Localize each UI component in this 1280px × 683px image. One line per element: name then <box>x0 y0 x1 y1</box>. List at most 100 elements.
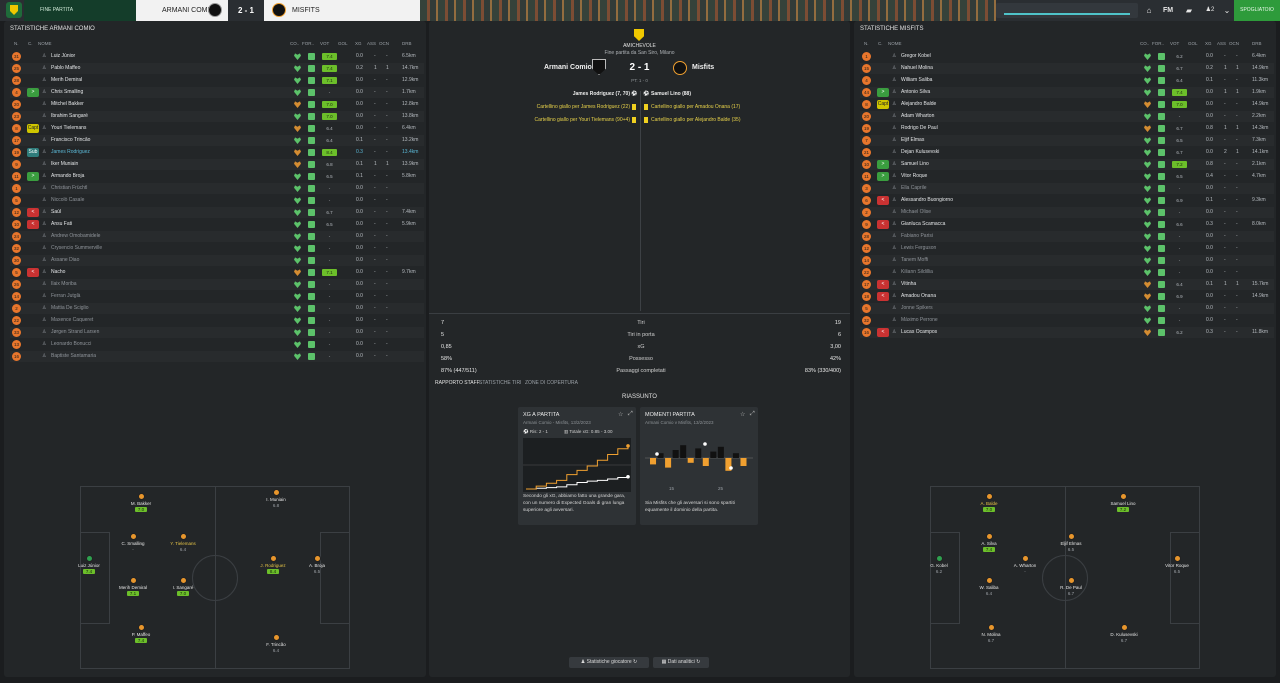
player-name[interactable]: Amadou Onana <box>901 293 936 299</box>
player-name[interactable]: Kiliann Sildillia <box>901 269 933 275</box>
player-row[interactable]: 14 ♙ Ferran Jutglà - 0.0 - - <box>10 291 424 302</box>
player-name[interactable]: Francisco Trincão <box>51 137 90 143</box>
player-name[interactable]: Vitinha <box>901 281 916 287</box>
col-condition[interactable]: CO.. <box>1140 41 1149 49</box>
player-row[interactable]: 4 ♙ William Saliba 6.4 0.1 - - 11.3km <box>860 75 1274 86</box>
player-row[interactable]: 26 ♙ Ilaix Moriba - 0.0 - - <box>10 279 424 290</box>
player-row[interactable]: 24 ♙ Andrew Omobamidele - 0.0 - - <box>10 231 424 242</box>
star-icon[interactable]: ☆ <box>740 411 745 418</box>
player-name[interactable]: Dejan Kulusevski <box>901 149 939 155</box>
player-row[interactable]: 17 ♙ Francisco Trincão 6.4 0.1 - - 13.2km <box>10 135 424 146</box>
truck-icon[interactable]: ▰ <box>1182 3 1196 18</box>
player-name[interactable]: Gianluca Scamacca <box>901 221 945 227</box>
player-name[interactable]: Gregor Kobel <box>901 53 931 59</box>
player-row[interactable]: 21 ♙ Dejan Kulusevski 6.7 0.0 2 1 14.1km <box>860 147 1274 158</box>
club-crest-icon[interactable] <box>6 2 22 18</box>
tab-staff-report[interactable]: RAPPORTO STAFF <box>435 380 480 386</box>
player-row[interactable]: 44 > ♙ Antonio Silva 7.4 0.0 1 1 1.9km <box>860 87 1274 98</box>
col-distance[interactable]: DRB <box>1252 41 1262 49</box>
lineup-player[interactable]: C. Smalling - <box>113 533 153 553</box>
player-row[interactable]: 18 < ♙ Amadou Onana 6.9 0.0 - - 14.9km <box>860 291 1274 302</box>
player-name[interactable]: Antonio Silva <box>901 89 930 95</box>
player-row[interactable]: 6 < ♙ Alessandro Buongiorno 6.9 0.1 - - 9.3km <box>860 195 1274 206</box>
lineup-player[interactable]: Luiz Júnior 7.4 <box>69 555 109 575</box>
lineup-player[interactable]: N. Molina 6.7 <box>971 624 1011 644</box>
player-name[interactable]: Ibrahim Sangaré <box>51 113 88 119</box>
player-row[interactable]: 22 ♙ Kiliann Sildillia - 0.0 - - <box>860 267 1274 278</box>
player-row[interactable]: 12 ♙ Lewis Ferguson - 0.0 - - <box>860 243 1274 254</box>
player-name[interactable]: Baptiste Santamaria <box>51 353 96 359</box>
player-row[interactable]: 1 ♙ Gregor Kobel 6.2 0.0 - - 6.4km <box>860 51 1274 62</box>
player-row[interactable]: 4 > ♙ Chris Smalling - 0.0 - - 1.7km <box>10 87 424 98</box>
player-row[interactable]: 14 ♙ Tanem Moffi - 0.0 - - <box>860 255 1274 266</box>
col-goals[interactable]: GOL <box>1188 41 1198 49</box>
player-stats-button[interactable]: ♟ Statistiche giocatore ↻ <box>569 657 649 668</box>
player-row[interactable]: 28 ♙ Merih Demiral 7.1 0.0 - - 12.9km <box>10 75 424 86</box>
lineup-player[interactable]: Merih Demiral 7.1 <box>113 577 153 597</box>
lineup-player[interactable]: A. Balde 7.0 <box>969 493 1009 513</box>
lineup-player[interactable]: Vitor Roque 6.5 <box>1157 555 1197 575</box>
player-name[interactable]: Nacho <box>51 269 65 275</box>
lineup-player[interactable]: J. Rodriguez 8.4 <box>253 555 293 575</box>
player-row[interactable]: 30 ♙ Assane Diao - 0.0 - - <box>10 255 424 266</box>
tab-statistics[interactable]: STATISTICHE <box>479 380 511 386</box>
player-name[interactable]: Alessandro Buongiorno <box>901 197 953 203</box>
player-row[interactable]: 5 ♙ Niccolò Casale - 0.0 - - <box>10 195 424 206</box>
player-name[interactable]: Merih Demiral <box>51 77 82 83</box>
col-chances[interactable]: OCN <box>379 41 389 49</box>
player-name[interactable]: William Saliba <box>901 77 932 83</box>
lineup-player[interactable]: G. Kobel 6.2 <box>919 555 959 575</box>
player-name[interactable]: Chris Smalling <box>51 89 83 95</box>
player-name[interactable]: Máximo Perrone <box>901 317 938 323</box>
player-name[interactable]: Tanem Moffi <box>901 257 928 263</box>
player-name[interactable]: Assane Diao <box>51 257 79 263</box>
player-row[interactable]: 2 ♙ Mattia De Sciglio - 0.0 - - <box>10 303 424 314</box>
player-name[interactable]: Maxence Caqueret <box>51 317 93 323</box>
player-name[interactable]: Youri Tielemans <box>51 125 86 131</box>
fm-button[interactable]: FM <box>1160 3 1176 18</box>
player-row[interactable]: 17 < ♙ Vitinha 6.4 0.1 1 1 15.7km <box>860 279 1274 290</box>
player-row[interactable]: 1 ♙ Christian Früchtl - 0.0 - - <box>10 183 424 194</box>
player-name[interactable]: Christian Früchtl <box>51 185 87 191</box>
player-name[interactable]: Saúl <box>51 209 61 215</box>
player-name[interactable]: Eljif Elmas <box>901 137 924 143</box>
player-name[interactable]: Pablo Maffeo <box>51 65 80 71</box>
player-row[interactable]: 10 < ♙ Ansu Fati 6.5 0.0 - - 5.9km <box>10 219 424 230</box>
star-icon[interactable]: ☆ <box>618 411 623 418</box>
chevron-down-icon[interactable]: ⌄ <box>1222 3 1232 18</box>
col-xg[interactable]: XG <box>1205 41 1212 49</box>
player-name[interactable]: Leonardo Bonucci <box>51 341 91 347</box>
player-name[interactable]: Mattia De Sciglio <box>51 305 89 311</box>
player-row[interactable]: 20 ♙ Adam Wharton - 0.0 - - 2.2km <box>860 111 1274 122</box>
player-name[interactable]: Iker Muniain <box>51 161 78 167</box>
col-assists[interactable]: ASS <box>367 41 376 49</box>
expand-icon[interactable]: ⤢ <box>628 411 633 418</box>
lineup-player[interactable]: R. De Paul 6.7 <box>1051 577 1091 597</box>
tab-coverage-zones[interactable]: ZONE DI COPERTURA <box>525 380 578 386</box>
player-name[interactable]: Nahuel Molina <box>901 65 933 71</box>
player-row[interactable]: 31 ♙ Luiz Júnior 7.4 0.0 - - 6.5km <box>10 51 424 62</box>
lineup-player[interactable]: F. Trincão 6.4 <box>256 634 296 654</box>
col-vote[interactable]: VOT <box>1170 41 1179 49</box>
player-row[interactable]: 5 ♙ Jonne Spikers - 0.0 - - <box>860 303 1274 314</box>
player-row[interactable]: 23 ♙ Ibrahim Sangaré 7.0 0.0 - - 13.8km <box>10 111 424 122</box>
player-name[interactable]: Vitor Roque <box>901 173 927 179</box>
player-row[interactable]: 16 < ♙ Lucas Ocampos 6.2 0.3 - - 11.8km <box>860 327 1274 338</box>
player-name[interactable]: Ferran Jutglà <box>51 293 80 299</box>
player-row[interactable]: 11 > ♙ Armando Broja 6.5 0.1 - - 5.8km <box>10 171 424 182</box>
player-name[interactable]: Crysencio Summerville <box>51 245 102 251</box>
player-name[interactable]: Andrew Omobamidele <box>51 233 100 239</box>
col-assists[interactable]: ASS <box>1217 41 1226 49</box>
lineup-player[interactable]: Y. Tielemans 6.4 <box>163 533 203 553</box>
player-name[interactable]: Mitchel Bakker <box>51 101 84 107</box>
lineup-player[interactable]: A. Wharton - <box>1005 555 1045 575</box>
player-row[interactable]: 13 ♙ Leonardo Bonucci - 0.0 - - <box>10 339 424 350</box>
lineup-player[interactable]: Eljif Elmas 6.5 <box>1051 533 1091 553</box>
player-row[interactable]: 19 ♙ Rodrigo De Paul 6.7 0.8 1 1 14.3km <box>860 123 1274 134</box>
player-name[interactable]: Fabiano Parisi <box>901 233 933 239</box>
player-name[interactable]: Ilaix Moriba <box>51 281 77 287</box>
notifications-button[interactable]: ♟2 <box>1202 3 1218 18</box>
player-name[interactable]: Jørgen Strand Larsen <box>51 329 99 335</box>
lineup-player[interactable]: W. Saliba 6.4 <box>969 577 1009 597</box>
player-row[interactable]: 12 < ♙ Saúl 6.7 0.0 - - 7.4km <box>10 207 424 218</box>
